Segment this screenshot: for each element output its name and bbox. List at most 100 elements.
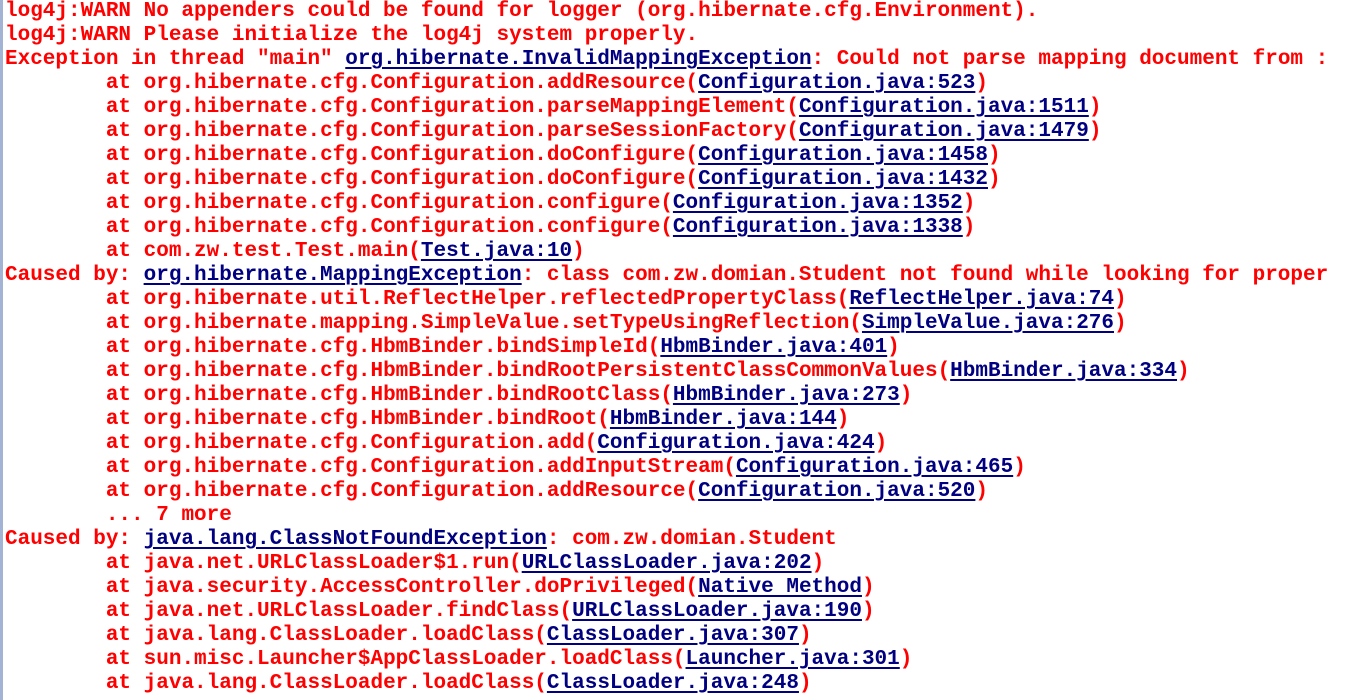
stack-trace-link[interactable]: HbmBinder.java:401 [660, 336, 887, 359]
console-line: at java.lang.ClassLoader.loadClass(Class… [5, 672, 1361, 696]
console-text: ) [987, 168, 1001, 191]
console-text: : class com.zw.domian.Student not found … [521, 264, 1329, 287]
console-line: at org.hibernate.mapping.SimpleValue.set… [5, 312, 1361, 336]
console-line: at java.security.AccessController.doPriv… [5, 576, 1361, 600]
stack-trace-link[interactable]: Configuration.java:1432 [698, 168, 988, 191]
console-line: at java.lang.ClassLoader.loadClass(Class… [5, 624, 1361, 648]
stack-trace-link[interactable]: org.hibernate.MappingException [144, 264, 522, 287]
stack-trace-link[interactable]: HbmBinder.java:144 [610, 408, 837, 431]
stack-trace-link[interactable]: URLClassLoader.java:202 [522, 552, 812, 575]
console-text: ) [987, 144, 1001, 167]
console-left-border [0, 0, 3, 700]
console-text: at java.net.URLClassLoader.findClass( [5, 600, 573, 623]
console-text: ) [798, 672, 812, 695]
console-line: at org.hibernate.cfg.Configuration.addIn… [5, 456, 1361, 480]
console-line: Caused by: java.lang.ClassNotFoundExcept… [5, 528, 1361, 552]
console-text: at org.hibernate.cfg.Configuration.doCon… [5, 168, 699, 191]
stack-trace-link[interactable]: Configuration.java:465 [736, 456, 1013, 479]
stack-trace-link[interactable]: Configuration.java:520 [698, 480, 975, 503]
console-text: at org.hibernate.mapping.SimpleValue.set… [5, 312, 862, 335]
stack-trace-link[interactable]: Configuration.java:1458 [698, 144, 988, 167]
console-text: at org.hibernate.cfg.Configuration.confi… [5, 216, 673, 239]
console-line: at org.hibernate.cfg.HbmBinder.bindRootC… [5, 384, 1361, 408]
console-text: ) [861, 600, 875, 623]
console-text: at org.hibernate.util.ReflectHelper.refl… [5, 288, 850, 311]
console-text: ) [836, 408, 850, 431]
console-line: at org.hibernate.cfg.Configuration.parse… [5, 120, 1361, 144]
console-text: at org.hibernate.cfg.Configuration.addRe… [5, 72, 699, 95]
console-text: ) [899, 384, 913, 407]
console-text: Exception in thread "main" [5, 48, 346, 71]
console-text: log4j:WARN Please initialize the log4j s… [5, 24, 699, 47]
stack-trace-link[interactable]: Configuration.java:1352 [673, 192, 963, 215]
console-line: at org.hibernate.util.ReflectHelper.refl… [5, 288, 1361, 312]
console-text: at java.net.URLClassLoader$1.run( [5, 552, 522, 575]
console-text: : Could not parse mapping document from … [811, 48, 1329, 71]
console-text: : com.zw.domian.Student [546, 528, 837, 551]
console-line: at sun.misc.Launcher$AppClassLoader.load… [5, 648, 1361, 672]
console-text: ) [798, 624, 812, 647]
console-text: at com.zw.test.Test.main( [5, 240, 421, 263]
console-text: at org.hibernate.cfg.Configuration.confi… [5, 192, 673, 215]
stack-trace-link[interactable]: SimpleValue.java:276 [862, 312, 1114, 335]
console-line: at org.hibernate.cfg.Configuration.confi… [5, 192, 1361, 216]
console-text: at org.hibernate.cfg.Configuration.addIn… [5, 456, 736, 479]
console-line: Caused by: org.hibernate.MappingExceptio… [5, 264, 1361, 288]
console-text: ) [975, 72, 988, 95]
stack-trace-link[interactable]: Configuration.java:424 [597, 432, 874, 455]
stack-trace-link[interactable]: Configuration.java:1479 [799, 120, 1089, 143]
console-text: ) [811, 552, 825, 575]
stack-trace-link[interactable]: Launcher.java:301 [686, 648, 900, 671]
console-line: at java.net.URLClassLoader$1.run(URLClas… [5, 552, 1361, 576]
console-text: ) [1114, 288, 1127, 311]
stack-trace-link[interactable]: Configuration.java:1511 [799, 96, 1089, 119]
console-text: at java.lang.ClassLoader.loadClass( [5, 672, 547, 695]
stack-trace-link[interactable]: URLClassLoader.java:190 [572, 600, 862, 623]
console-line: Exception in thread "main" org.hibernate… [5, 48, 1361, 72]
stack-trace-link[interactable]: ClassLoader.java:307 [547, 624, 799, 647]
stack-trace-link[interactable]: Test.java:10 [421, 240, 572, 263]
console-text: at java.security.AccessController.doPriv… [5, 576, 699, 599]
console-text: Caused by: [5, 264, 144, 287]
console-text: at sun.misc.Launcher$AppClassLoader.load… [5, 648, 686, 671]
stack-trace-link[interactable]: java.lang.ClassNotFoundException [144, 528, 547, 551]
stack-trace-link[interactable]: Configuration.java:523 [698, 72, 975, 95]
console-text: ) [1114, 312, 1127, 335]
console-text: at org.hibernate.cfg.Configuration.addRe… [5, 480, 699, 503]
console-line: ... 7 more [5, 504, 1361, 528]
console-text: at org.hibernate.cfg.Configuration.parse… [5, 96, 799, 119]
console-text: ) [887, 336, 900, 359]
console-line: at org.hibernate.cfg.Configuration.doCon… [5, 168, 1361, 192]
console-text: log4j:WARN No appenders could be found f… [5, 0, 1039, 23]
console-text: at java.lang.ClassLoader.loadClass( [5, 624, 547, 647]
console-line: at java.net.URLClassLoader.findClass(URL… [5, 600, 1361, 624]
console-output[interactable]: log4j:WARN No appenders could be found f… [5, 0, 1361, 700]
console-text: ) [1177, 360, 1190, 383]
console-line: at org.hibernate.cfg.Configuration.parse… [5, 96, 1361, 120]
console-line: at org.hibernate.cfg.HbmBinder.bindSimpl… [5, 336, 1361, 360]
stack-trace-link[interactable]: Configuration.java:1338 [673, 216, 963, 239]
console-text: ) [572, 240, 585, 263]
console-text: at org.hibernate.cfg.HbmBinder.bindSimpl… [5, 336, 661, 359]
stack-trace-link[interactable]: ClassLoader.java:248 [547, 672, 799, 695]
console-line: at org.hibernate.cfg.HbmBinder.bindRootP… [5, 360, 1361, 384]
console-text: at org.hibernate.cfg.HbmBinder.bindRootC… [5, 384, 673, 407]
console-text: ) [962, 216, 976, 239]
stack-trace-link[interactable]: org.hibernate.InvalidMappingException [345, 48, 811, 71]
console-text: ) [1088, 120, 1102, 143]
console-line: at org.hibernate.cfg.Configuration.addRe… [5, 72, 1361, 96]
console-text: at org.hibernate.cfg.HbmBinder.bindRootP… [5, 360, 951, 383]
console-text: ) [861, 576, 875, 599]
stack-trace-link[interactable]: HbmBinder.java:273 [673, 384, 900, 407]
stack-trace-link[interactable]: HbmBinder.java:334 [950, 360, 1177, 383]
console-line: at org.hibernate.cfg.HbmBinder.bindRoot(… [5, 408, 1361, 432]
console-text: Caused by: [5, 528, 144, 551]
console-text: ) [1013, 456, 1026, 479]
stack-trace-link[interactable]: Native Method [698, 576, 862, 599]
stack-trace-link[interactable]: ReflectHelper.java:74 [849, 288, 1114, 311]
console-text: at org.hibernate.cfg.Configuration.parse… [5, 120, 799, 143]
console-text: ) [1088, 96, 1102, 119]
console-text: ) [874, 432, 888, 455]
console-text: ) [899, 648, 913, 671]
console-text: ) [975, 480, 988, 503]
